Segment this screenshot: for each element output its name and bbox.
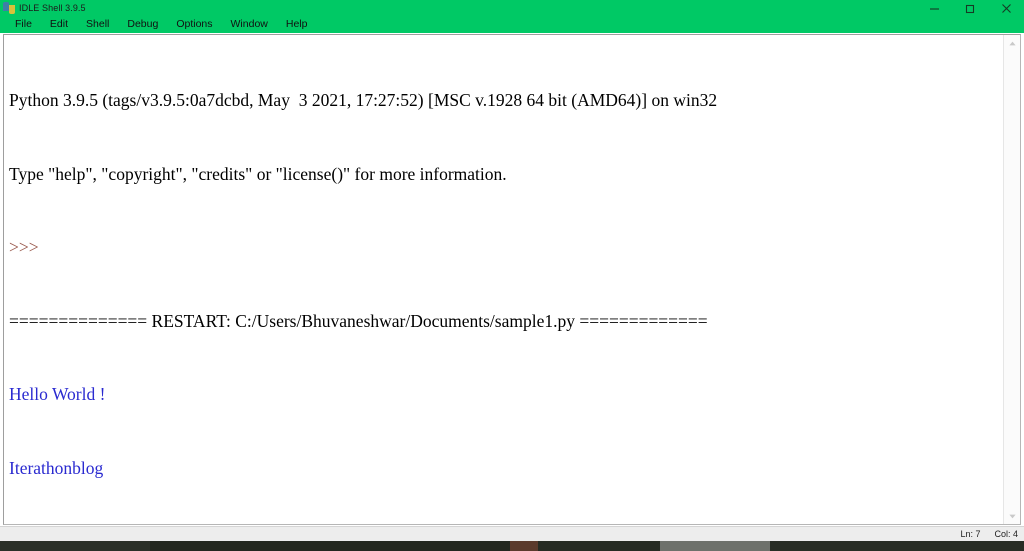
idle-shell-window: IDLE Shell 3.9.5 File Edit Shell Debug O… <box>0 0 1024 551</box>
chevron-down-icon <box>1008 514 1016 518</box>
menu-bar: File Edit Shell Debug Options Window Hel… <box>0 16 1024 33</box>
status-line-number: Ln: 7 <box>960 529 981 539</box>
status-column-number: Col: 4 <box>994 529 1018 539</box>
window-title: IDLE Shell 3.9.5 <box>19 3 86 13</box>
shell-line-banner-version: Python 3.9.5 (tags/v3.9.5:0a7dcbd, May 3… <box>9 90 718 110</box>
desktop-taskbar-sliver <box>0 541 1024 551</box>
shell-line-prompt-1: >>> <box>9 237 43 257</box>
vertical-scrollbar[interactable] <box>1003 35 1020 524</box>
scroll-up-button[interactable] <box>1004 35 1020 51</box>
minimize-icon <box>929 7 939 10</box>
shell-line-output-1: Hello World ! <box>9 384 106 404</box>
taskbar-segment-left <box>0 541 150 551</box>
close-button[interactable] <box>988 0 1024 16</box>
shell-text-frame: Python 3.9.5 (tags/v3.9.5:0a7dcbd, May 3… <box>3 34 1021 525</box>
menu-item-file[interactable]: File <box>6 16 41 33</box>
menu-item-window[interactable]: Window <box>222 16 277 33</box>
title-bar[interactable]: IDLE Shell 3.9.5 <box>0 0 1024 16</box>
taskbar-segment-accent <box>510 541 538 551</box>
taskbar-segment-right <box>770 541 1024 551</box>
window-controls <box>916 0 1024 16</box>
status-bar: Ln: 7 Col: 4 <box>0 526 1024 541</box>
taskbar-segment-mid <box>150 541 510 551</box>
shell-output-area[interactable]: Python 3.9.5 (tags/v3.9.5:0a7dcbd, May 3… <box>4 35 1003 524</box>
menu-item-debug[interactable]: Debug <box>118 16 167 33</box>
minimize-button[interactable] <box>916 0 952 16</box>
close-icon <box>1001 3 1011 13</box>
python-icon <box>3 2 15 14</box>
menu-item-options[interactable]: Options <box>167 16 221 33</box>
shell-line-restart: ============== RESTART: C:/Users/Bhuvane… <box>9 310 708 331</box>
maximize-button[interactable] <box>952 0 988 16</box>
shell-line-output-2: Iterathonblog <box>9 457 104 478</box>
menu-item-help[interactable]: Help <box>277 16 317 33</box>
restore-icon <box>965 4 974 13</box>
shell-line-banner-help: Type "help", "copyright", "credits" or "… <box>9 163 507 184</box>
menu-item-edit[interactable]: Edit <box>41 16 77 33</box>
scroll-down-button[interactable] <box>1004 508 1020 524</box>
menu-item-shell[interactable]: Shell <box>77 16 118 33</box>
chevron-up-icon <box>1008 41 1016 45</box>
taskbar-segment-gray <box>660 541 770 551</box>
